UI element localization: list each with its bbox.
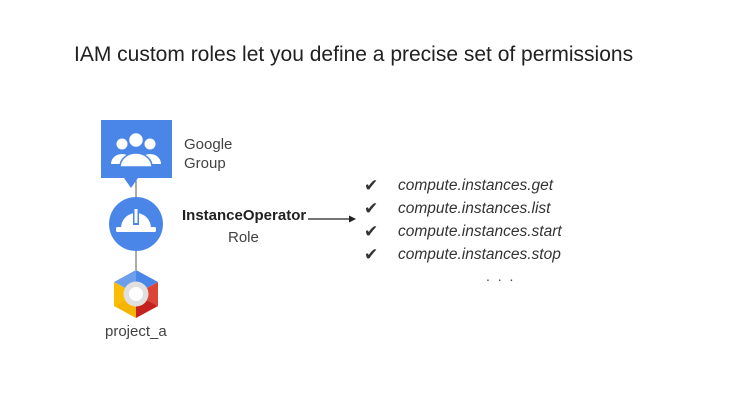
permission-item: ✔ compute.instances.list [364,197,562,220]
gcp-hexagon-icon [114,270,158,318]
project-label: project_a [105,323,167,340]
permission-text: compute.instances.get [398,176,554,194]
role-arrow [308,215,356,223]
permission-text: compute.instances.start [398,222,562,240]
check-icon: ✔ [364,244,379,265]
role-name: InstanceOperator [182,207,307,224]
check-icon: ✔ [364,198,379,219]
permission-item: ✔ compute.instances.start [364,220,562,243]
more-permissions-ellipsis: . . . [486,268,516,284]
permission-item: ✔ compute.instances.get [364,174,562,197]
group-label-line2: Group [184,155,226,172]
group-icon [101,120,172,188]
permission-text: compute.instances.list [398,199,551,217]
permission-text: compute.instances.stop [398,245,561,263]
role-sub-label: Role [228,229,259,246]
group-label-line1: Google [184,136,233,153]
check-icon: ✔ [364,175,379,196]
group-label: Google Group [184,135,232,173]
permission-item: ✔ compute.instances.stop [364,243,562,266]
permission-list: ✔ compute.instances.get ✔ compute.instan… [364,174,562,266]
hardhat-icon [109,197,163,251]
check-icon: ✔ [364,221,379,242]
